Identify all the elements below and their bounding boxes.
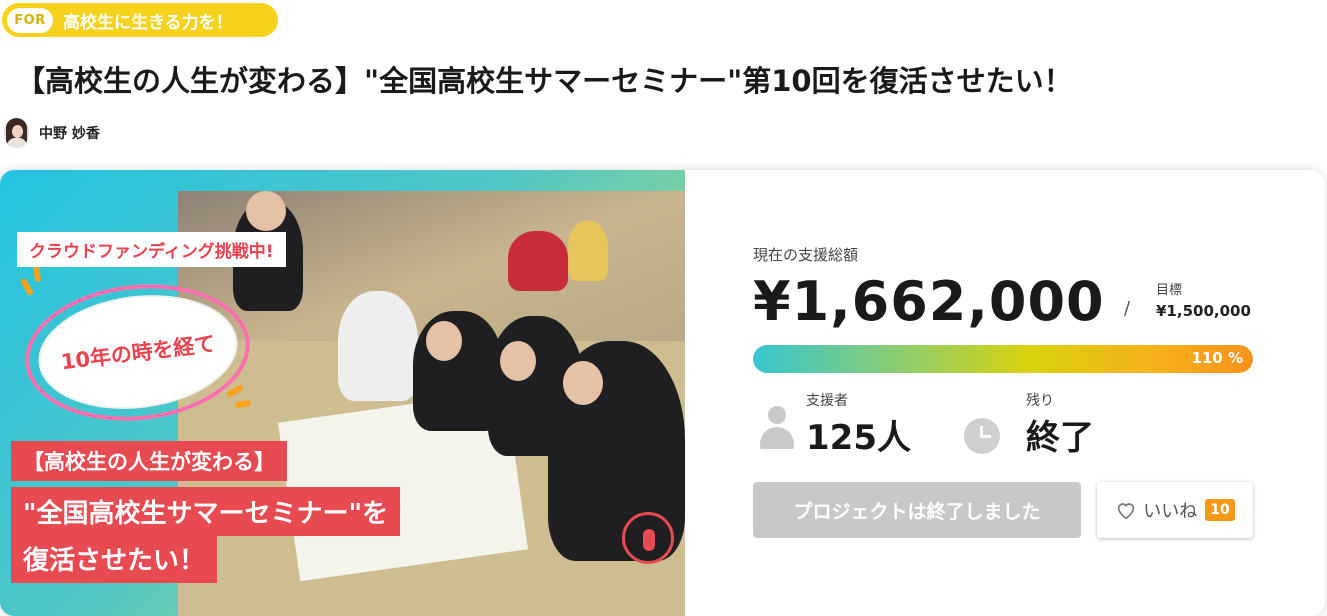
goal-label: 目標 [1156,283,1183,298]
tag-prefix: FOR [7,7,53,33]
author-name[interactable]: 中野 妙香 [39,123,100,143]
like-count: 10 [1205,499,1235,521]
avatar[interactable] [4,118,29,148]
supporters-value: 125人 [806,418,911,458]
remaining-value: 終了 [1026,418,1094,458]
progress-bar: 110 % [753,345,1253,373]
spark-decoration [19,277,35,297]
hero-badge: クラウドファンディング挑戦中! [17,232,286,267]
clock-icon [964,418,1000,454]
project-card: クラウドファンディング挑戦中! 10年の時を経て 【高校生の人生が変わる】 "全… [0,170,1325,616]
hero-line-2: "全国高校生サマーセミナー"を [11,487,401,536]
tag-text: 高校生に生きる力を！ [63,12,233,33]
hero-line-1: 【高校生の人生が変わる】 [11,441,287,481]
like-button[interactable]: いいね 10 [1097,482,1253,538]
hero-line-3: 復活させたい！ [11,534,218,583]
person-icon [760,406,794,450]
hero-bubble-text: 10年の時を経て [59,331,217,375]
category-tag[interactable]: FOR 高校生に生きる力を！ [2,3,278,37]
goal-value: ¥1,500,000 [1156,302,1251,320]
progress-label: 110 % [1191,349,1243,367]
amount-divider: / [1124,298,1131,319]
tap-icon [622,512,674,564]
progress-fill [753,345,1253,373]
hero-image[interactable]: クラウドファンディング挑戦中! 10年の時を経て 【高校生の人生が変わる】 "全… [0,170,685,616]
project-ended-button[interactable]: プロジェクトは終了しました [753,482,1081,538]
current-amount-label: 現在の支援総額 [753,246,859,264]
remaining-label: 残り [1026,393,1054,409]
supporters-label: 支援者 [806,393,848,409]
current-amount: ¥1,662,000 [753,270,1105,333]
heart-icon [1118,503,1135,520]
page-title: 【高校生の人生が変わる】"全国高校生サマーセミナー"第10回を復活させたい！ [16,64,1073,98]
spark-decoration [32,265,42,283]
author[interactable]: 中野 妙香 [4,118,100,148]
like-label: いいね [1143,501,1198,522]
